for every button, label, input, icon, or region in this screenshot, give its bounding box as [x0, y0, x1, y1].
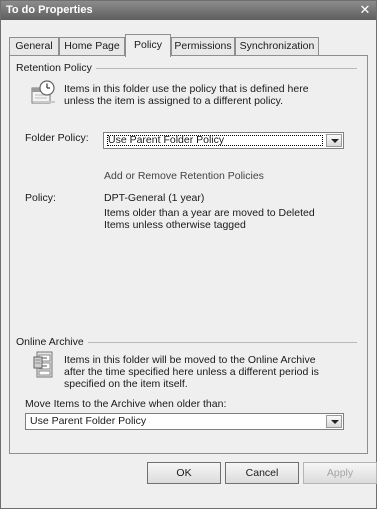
folder-policy-dropdown[interactable]: Use Parent Folder Policy [103, 132, 344, 149]
add-remove-retention-policies-link[interactable]: Add or Remove Retention Policies [104, 170, 264, 182]
archive-group-title: Online Archive [16, 336, 88, 348]
archive-age-dropdown[interactable]: Use Parent Folder Policy [25, 413, 344, 430]
tab-home-page[interactable]: Home Page [59, 37, 125, 56]
archive-description-line-1: Items in this folder will be moved to th… [64, 354, 316, 366]
policy-name: DPT-General (1 year) [104, 192, 205, 204]
chevron-down-icon[interactable] [326, 134, 342, 147]
retention-group-title: Retention Policy [16, 62, 96, 74]
retention-description-line-1: Items in this folder use the policy that… [64, 83, 309, 95]
policy-description-line-2: Items unless otherwise tagged [104, 219, 246, 231]
dialog-title: To do Properties [6, 4, 93, 16]
title-bar[interactable]: To do Properties ✕ [1, 1, 376, 20]
archive-description-line-3: specified on the item itself. [64, 378, 188, 390]
tab-policy[interactable]: Policy [125, 34, 171, 57]
folder-policy-value: Use Parent Folder Policy [106, 134, 324, 147]
tab-general[interactable]: General [9, 37, 59, 56]
retention-description-line-2: unless the item is assigned to a differe… [64, 95, 284, 107]
ok-button[interactable]: OK [147, 462, 221, 484]
archive-description-line-2: after the time specified here unless a d… [64, 366, 319, 378]
archive-age-value: Use Parent Folder Policy [30, 415, 147, 427]
cancel-button[interactable]: Cancel [225, 462, 299, 484]
tab-permissions[interactable]: Permissions [171, 37, 235, 56]
close-icon[interactable]: ✕ [358, 3, 372, 17]
folder-policy-label: Folder Policy: [25, 132, 89, 144]
apply-button[interactable]: Apply [303, 462, 377, 484]
properties-dialog: To do Properties ✕ General Home Page Pol… [0, 0, 377, 509]
policy-tab-panel: Retention Policy Items in this folder us… [9, 55, 368, 454]
clock-calendar-icon [31, 79, 57, 105]
chevron-down-icon[interactable] [326, 415, 342, 428]
move-items-label: Move Items to the Archive when older tha… [25, 398, 227, 410]
archive-cabinet-icon [33, 351, 57, 379]
policy-description-line-1: Items older than a year are moved to Del… [104, 207, 315, 219]
policy-label: Policy: [25, 192, 56, 204]
tab-synchronization[interactable]: Synchronization [235, 37, 319, 56]
